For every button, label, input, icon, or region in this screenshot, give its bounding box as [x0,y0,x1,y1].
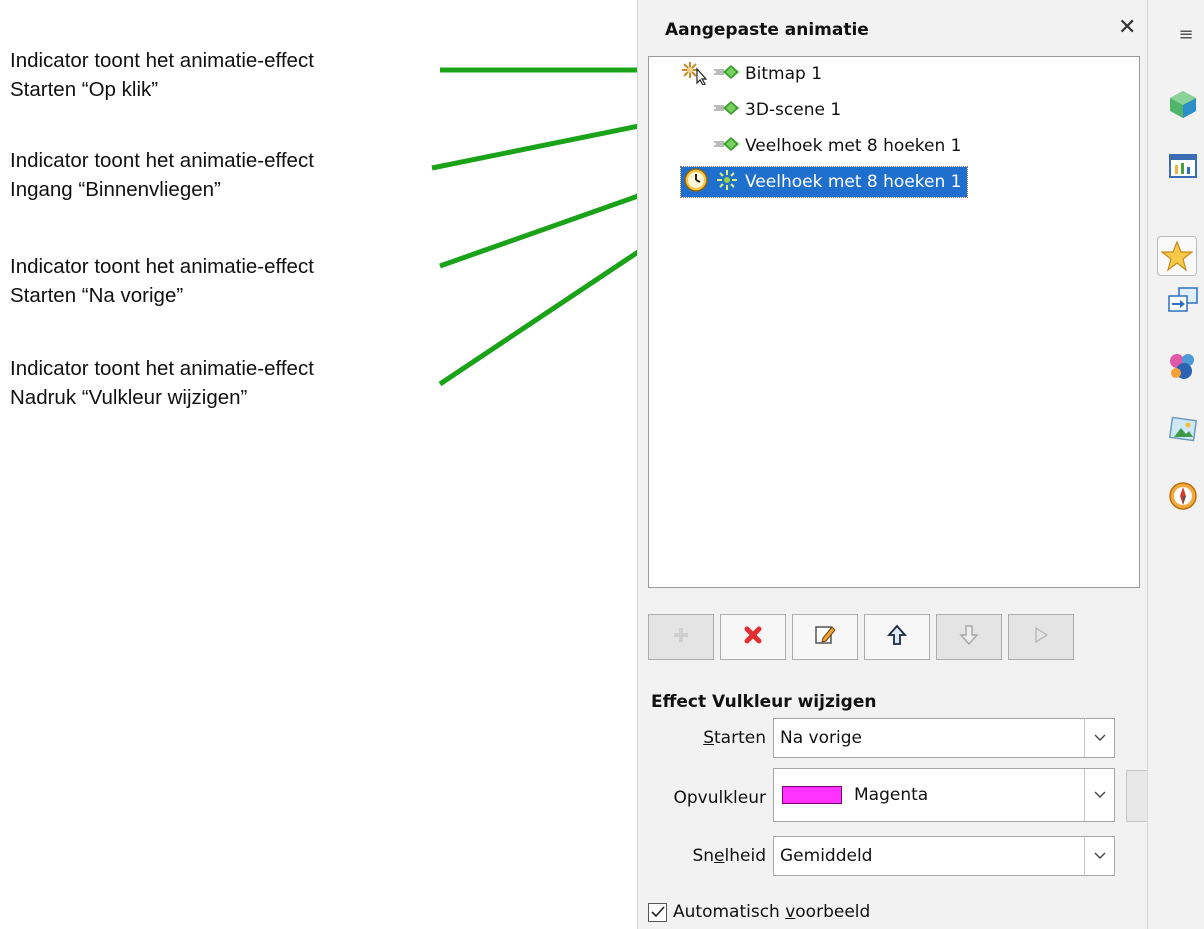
speed-select-value: Gemiddeld [780,846,873,866]
fill-color-name: Magenta [854,785,929,805]
callout-line: Indicator toont het animatie-effect [10,49,314,72]
move-up-button[interactable] [864,614,930,660]
speed-select[interactable]: Gemiddeld [773,836,1115,876]
add-effect-icon [671,625,691,649]
move-down-icon [959,624,979,650]
play-button[interactable] [1008,614,1074,660]
emphasis-fill-color-icon [715,168,739,197]
list-item[interactable]: Veelhoek met 8 hoeken 1 [713,131,961,161]
slide-layout-icon[interactable] [1163,146,1203,186]
slide-transition-icon[interactable] [1163,280,1203,320]
list-item[interactable]: 3D-scene 1 [713,95,841,125]
effect-heading: Effect Vulkleur wijzigen [651,692,877,712]
autopreview-label-post: oorbeeld [795,902,871,922]
entrance-fly-in-icon [713,63,743,86]
list-item-label: Veelhoek met 8 hoeken 1 [745,172,962,192]
fill-color-more-button[interactable] [1126,770,1148,822]
speed-label-pre: Sn [692,846,715,866]
speed-label-post: lheid [724,846,766,866]
callout-on-click: Indicator toont het animatie-effect Star… [10,46,314,104]
gallery-icon[interactable] [1163,410,1203,450]
speed-label: Snelheid [666,846,766,866]
chevron-down-icon[interactable] [1084,769,1114,821]
sidebar-tabbar: ≡ [1147,0,1204,929]
callout-line: Indicator toont het animatie-effect [10,149,314,172]
list-item-label: 3D-scene 1 [745,100,842,120]
start-label: Starten [686,728,766,748]
change-effect-icon [814,624,836,650]
autopreview-label-pre: Automatisch [673,902,786,922]
entrance-fly-in-icon [713,135,743,158]
remove-effect-button[interactable] [720,614,786,660]
menu-glyph: ≡ [1178,23,1194,45]
callout-line: Starten “Na vorige” [10,284,184,307]
start-select[interactable]: Na vorige [773,718,1115,758]
play-icon [1033,626,1049,648]
remove-effect-icon [742,624,764,650]
callout-line: Indicator toont het animatie-effect [10,255,314,278]
custom-animation-star-icon[interactable] [1157,236,1197,276]
autopreview-label: Automatisch voorbeeld [673,902,870,922]
callout-after-previous: Indicator toont het animatie-effect Star… [10,252,314,310]
list-item-selected[interactable]: Veelhoek met 8 hoeken 1 [679,166,969,198]
autopreview-checkbox[interactable] [648,902,667,922]
callout-line: Ingang “Binnenvliegen” [10,178,221,201]
3d-cube-icon[interactable] [1163,84,1203,124]
change-effect-button[interactable] [792,614,858,660]
fill-color-value: Magenta [774,785,1084,805]
entrance-fly-in-icon [713,99,743,122]
list-item-label: Veelhoek met 8 hoeken 1 [745,136,962,156]
sidebar-menu-icon[interactable]: ≡ [1166,14,1204,54]
on-click-icon [681,59,713,90]
list-item[interactable]: Bitmap 1 [681,59,822,89]
fill-color-select[interactable]: Magenta [773,768,1115,822]
chevron-down-icon[interactable] [1084,719,1114,757]
move-down-button[interactable] [936,614,1002,660]
fill-color-label: Opvulkleur [673,788,766,808]
callout-fly-in: Indicator toont het animatie-effect Inga… [10,146,314,204]
callout-line: Nadruk “Vulkleur wijzigen” [10,386,248,409]
close-panel-button[interactable]: ✕ [1118,16,1136,40]
chevron-down-icon[interactable] [1084,837,1114,875]
start-select-value: Na vorige [780,728,862,748]
autopreview-row[interactable]: Automatisch voorbeeld [648,902,870,922]
navigator-compass-icon[interactable] [1163,476,1203,516]
callout-line: Indicator toont het animatie-effect [10,357,314,380]
animation-list[interactable]: Bitmap 1 3D-scene 1 Veelhoek met 8 hoeke… [648,56,1140,588]
autopreview-label-mnemonic: v [785,902,796,922]
after-previous-clock-icon [683,167,709,198]
custom-animation-panel: Aangepaste animatie ✕ Bitmap 1 3D-scene … [637,0,1148,929]
color-swatch [782,786,842,804]
callout-fill-color: Indicator toont het animatie-effect Nadr… [10,354,314,412]
start-label-post: tarten [714,728,766,748]
list-item-label: Bitmap 1 [745,64,823,84]
callout-line: Starten “Op klik” [10,78,159,101]
add-effect-button[interactable] [648,614,714,660]
start-label-mnemonic: S [703,728,715,748]
speed-label-mnemonic: e [714,846,725,866]
move-up-icon [886,624,908,650]
styles-icon[interactable] [1163,346,1203,386]
panel-title: Aangepaste animatie [665,20,869,40]
